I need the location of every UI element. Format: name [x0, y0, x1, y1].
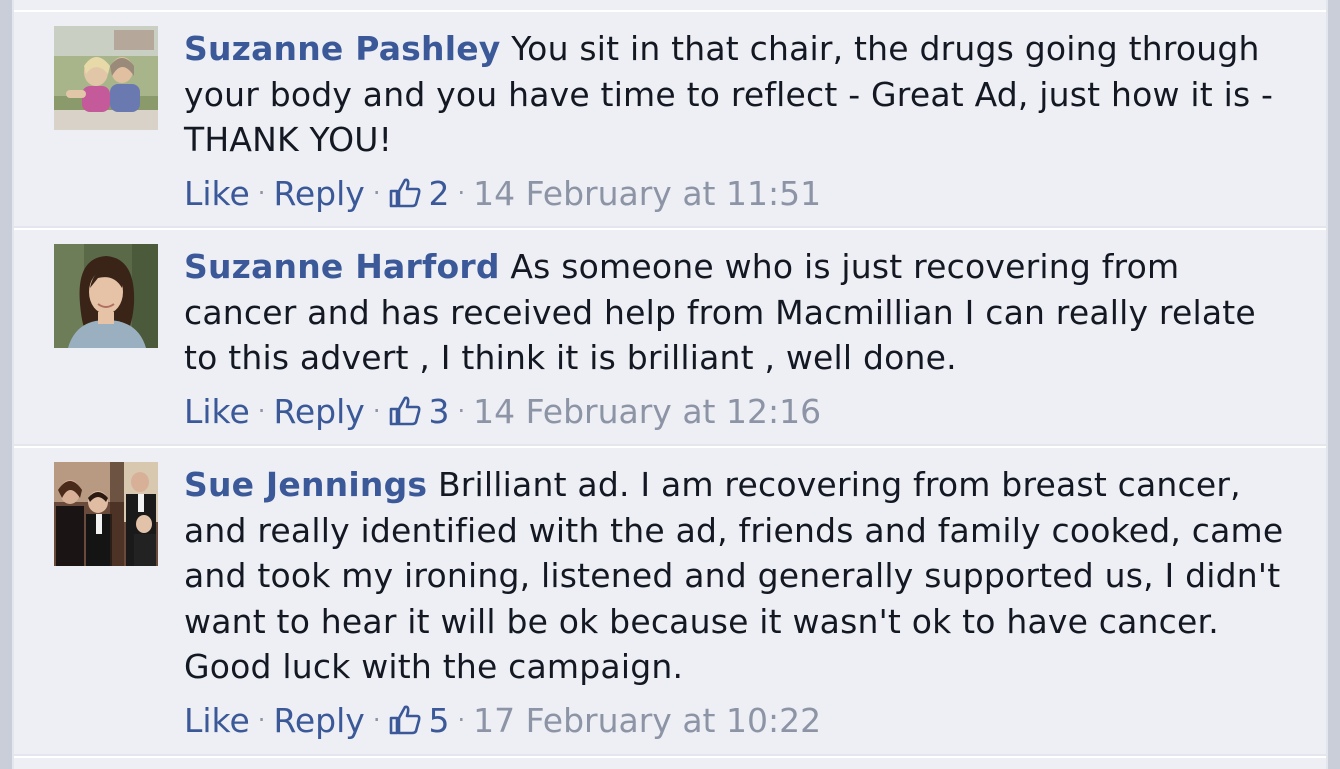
- like-count[interactable]: 3: [388, 392, 449, 431]
- separator-dot: ·: [457, 178, 466, 207]
- comment-actions: Like · Reply · 2 · 14 February at 11:51: [184, 171, 1294, 216]
- like-count-value: 5: [428, 700, 450, 740]
- reply-button[interactable]: Reply: [273, 701, 364, 740]
- reply-button[interactable]: Reply: [273, 174, 364, 213]
- separator-dot: ·: [372, 396, 381, 425]
- reply-button[interactable]: Reply: [273, 392, 364, 431]
- next-comment-edge: [14, 756, 1326, 769]
- avatar[interactable]: [54, 26, 158, 130]
- thumbs-up-icon: [388, 395, 422, 427]
- comment-author-link[interactable]: Suzanne Pashley: [184, 29, 501, 68]
- panel-left-border: [0, 0, 12, 769]
- comment-body: Sue Jennings Brilliant ad. I am recoveri…: [184, 462, 1294, 743]
- comment-timestamp[interactable]: 14 February at 12:16: [473, 392, 821, 431]
- comment-timestamp[interactable]: 14 February at 11:51: [473, 174, 821, 213]
- panel-right-border: [1328, 0, 1340, 769]
- separator-dot: ·: [372, 178, 381, 207]
- comment-actions: Like · Reply · 5 · 17 February at 10:22: [184, 698, 1294, 743]
- like-count-value: 2: [428, 173, 450, 213]
- comment-author-link[interactable]: Suzanne Harford: [184, 247, 500, 286]
- avatar[interactable]: [54, 462, 158, 566]
- like-button[interactable]: Like: [184, 701, 250, 740]
- profile-photo-family-icon: [54, 462, 158, 566]
- comment-item: Suzanne Harford As someone who is just r…: [14, 228, 1326, 444]
- like-count[interactable]: 2: [388, 174, 449, 213]
- thumbs-up-icon: [388, 177, 422, 209]
- comment-actions: Like · Reply · 3 · 14 February at 12:16: [184, 389, 1294, 434]
- separator-dot: ·: [457, 396, 466, 425]
- comment-item: Suzanne Pashley You sit in that chair, t…: [14, 10, 1326, 226]
- separator-dot: ·: [257, 705, 266, 734]
- comments-panel: Suzanne Pashley You sit in that chair, t…: [0, 0, 1340, 769]
- separator-dot: ·: [457, 705, 466, 734]
- separator-dot: ·: [257, 396, 266, 425]
- comment-text-block: Suzanne Pashley You sit in that chair, t…: [184, 26, 1294, 163]
- comment-body: Suzanne Pashley You sit in that chair, t…: [184, 26, 1294, 216]
- comment-body: Suzanne Harford As someone who is just r…: [184, 244, 1294, 434]
- like-count-value: 3: [428, 391, 450, 431]
- like-count[interactable]: 5: [388, 701, 449, 740]
- avatar[interactable]: [54, 244, 158, 348]
- comment-item: Sue Jennings Brilliant ad. I am recoveri…: [14, 446, 1326, 754]
- comment-text-block: Suzanne Harford As someone who is just r…: [184, 244, 1294, 381]
- previous-comment-edge: [14, 0, 1326, 10]
- profile-photo-two-women-icon: [54, 26, 158, 130]
- comment-text-block: Sue Jennings Brilliant ad. I am recoveri…: [184, 462, 1294, 690]
- like-button[interactable]: Like: [184, 392, 250, 431]
- separator-dot: ·: [257, 178, 266, 207]
- like-button[interactable]: Like: [184, 174, 250, 213]
- thumbs-up-icon: [388, 704, 422, 736]
- comment-timestamp[interactable]: 17 February at 10:22: [473, 701, 821, 740]
- separator-dot: ·: [372, 705, 381, 734]
- profile-photo-woman-icon: [54, 244, 158, 348]
- comment-author-link[interactable]: Sue Jennings: [184, 465, 427, 504]
